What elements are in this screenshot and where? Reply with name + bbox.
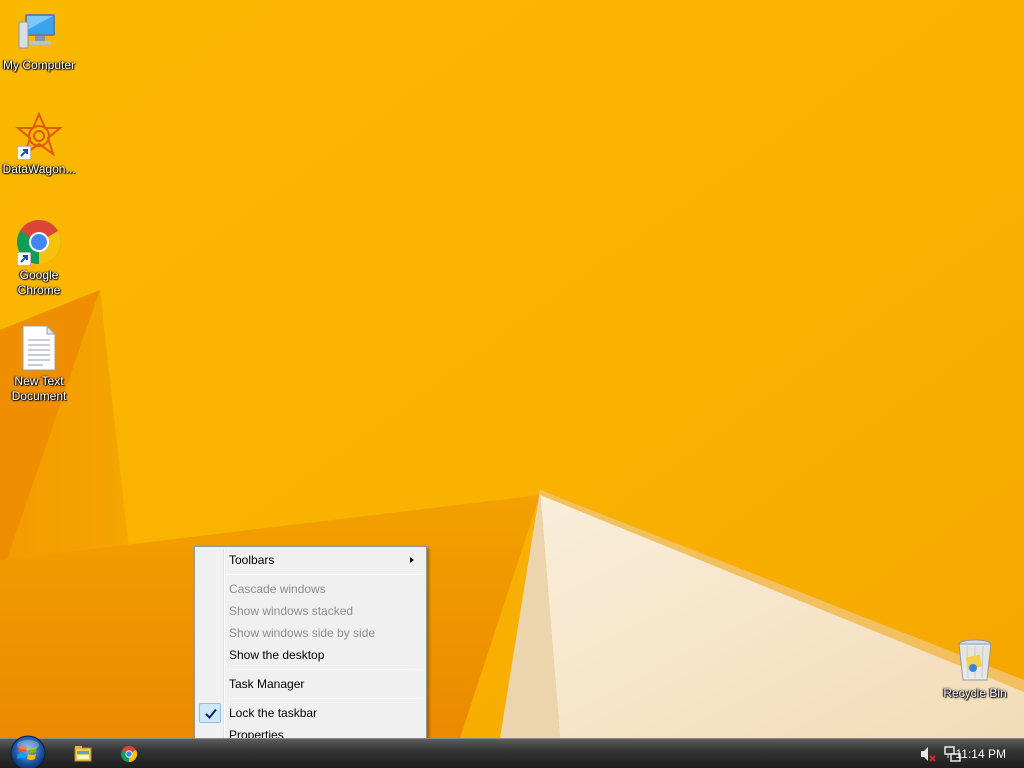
- menu-item-label: Show windows stacked: [229, 604, 354, 618]
- desktop-icon-label: Google Chrome: [0, 268, 78, 298]
- shortcut-arrow-icon: [17, 252, 31, 266]
- taskbar-chrome-button[interactable]: [109, 741, 149, 767]
- submenu-arrow-icon: [410, 557, 414, 563]
- wallpaper: [0, 0, 1024, 738]
- menu-separator: [226, 669, 424, 670]
- label-line: Document: [11, 389, 67, 403]
- desktop[interactable]: My Computer DataWagon... Google Chrome N…: [0, 0, 1024, 738]
- menu-item-task-manager[interactable]: Task Manager: [197, 673, 424, 695]
- desktop-icon-label: DataWagon...: [2, 162, 76, 176]
- menu-item-label: Show windows side by side: [229, 626, 376, 640]
- menu-item-label: Toolbars: [229, 553, 275, 567]
- clock[interactable]: 11:14 PM: [956, 739, 1006, 768]
- file-explorer-icon: [74, 746, 92, 762]
- menu-item-label: Show the desktop: [229, 648, 325, 662]
- menu-item-toolbars[interactable]: Toolbars: [197, 549, 424, 571]
- menu-item-label: Task Manager: [229, 677, 305, 691]
- menu-item-label: Cascade windows: [229, 582, 326, 596]
- taskbar[interactable]: 11:14 PM: [0, 735, 1024, 768]
- text-document-icon: [15, 324, 63, 372]
- label-line: Google: [19, 268, 59, 282]
- volume-muted-icon[interactable]: [920, 746, 938, 767]
- desktop-icon-my-computer[interactable]: My Computer: [0, 8, 78, 73]
- taskbar-file-explorer-button[interactable]: [63, 741, 103, 767]
- menu-item-show-windows-side-by-side[interactable]: Show windows side by side: [197, 622, 424, 644]
- chrome-icon: [15, 218, 63, 266]
- desktop-icon-datawagon[interactable]: DataWagon...: [0, 111, 78, 177]
- desktop-icon-new-text-document[interactable]: New Text Document: [0, 324, 78, 404]
- recycle-bin-icon: [951, 636, 999, 684]
- shortcut-arrow-icon: [17, 146, 31, 160]
- computer-icon: [15, 8, 63, 56]
- menu-item-lock-the-taskbar[interactable]: Lock the taskbar: [197, 702, 424, 724]
- menu-item-label: Lock the taskbar: [229, 706, 318, 720]
- datawagon-icon: [15, 111, 63, 160]
- menu-item-show-windows-stacked[interactable]: Show windows stacked: [197, 600, 424, 622]
- menu-separator: [226, 698, 424, 699]
- desktop-icon-google-chrome[interactable]: Google Chrome: [0, 218, 78, 298]
- label-line: New Text: [14, 374, 64, 388]
- taskbar-context-menu: Toolbars Cascade windows Show windows st…: [194, 546, 427, 749]
- chrome-icon: [120, 746, 138, 763]
- label-line: Chrome: [17, 283, 61, 297]
- checkmark-icon: [199, 703, 221, 723]
- menu-item-show-the-desktop[interactable]: Show the desktop: [197, 644, 424, 666]
- desktop-icon-label: New Text Document: [0, 374, 78, 404]
- start-button[interactable]: [8, 734, 48, 768]
- menu-item-cascade-windows[interactable]: Cascade windows: [197, 578, 424, 600]
- desktop-icon-recycle-bin[interactable]: Recycle Bin: [936, 636, 1014, 701]
- windows-logo-icon: [10, 735, 46, 768]
- system-tray: 11:14 PM: [884, 739, 1024, 768]
- desktop-icon-label: My Computer: [2, 58, 76, 72]
- menu-separator: [226, 574, 424, 575]
- desktop-icon-label: Recycle Bin: [943, 686, 1007, 700]
